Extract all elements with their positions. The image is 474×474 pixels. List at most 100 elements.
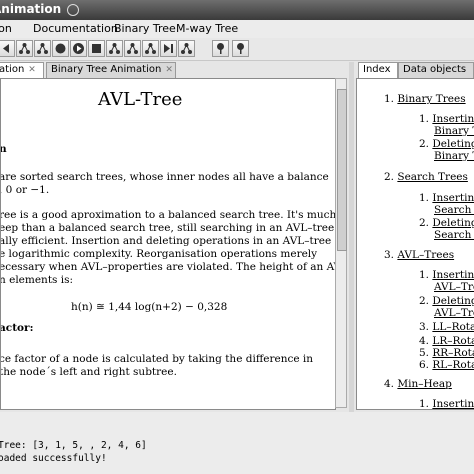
- close-icon[interactable]: ✕: [28, 65, 36, 75]
- tree-icon: [145, 43, 156, 54]
- index-link[interactable]: Binary T: [434, 125, 474, 137]
- menu-bar: ation Documentation Binary Tree M-way Tr…: [0, 20, 474, 38]
- index-num: 2.: [419, 138, 430, 150]
- tab-label: Data objects: [403, 64, 467, 75]
- index-num: 2.: [419, 217, 430, 229]
- tree-button-4[interactable]: [124, 40, 141, 57]
- index-link[interactable]: LR–Rota: [432, 335, 474, 347]
- tree-button-3[interactable]: [106, 40, 123, 57]
- skip-icon: [164, 44, 173, 53]
- menu-m-way-tree[interactable]: M-way Tree: [176, 22, 238, 35]
- tree-icon: [127, 43, 138, 54]
- tab-data-objects[interactable]: Data objects: [398, 62, 474, 78]
- index-num: 1.: [419, 113, 430, 125]
- tab-binary-tree-animation[interactable]: Binary Tree Animation ✕: [46, 62, 176, 78]
- tab-label: ation: [0, 64, 25, 75]
- index-num: 3.: [419, 321, 430, 333]
- index-link[interactable]: Insertin: [432, 113, 474, 125]
- scrollbar[interactable]: [335, 78, 347, 408]
- index-link[interactable]: RL–Rota: [432, 359, 474, 371]
- play-button[interactable]: [70, 40, 87, 57]
- play-icon: [73, 43, 84, 54]
- stop-button[interactable]: [88, 40, 105, 57]
- record-button[interactable]: [52, 40, 69, 57]
- index-link[interactable]: Insertin: [432, 192, 474, 204]
- page-title: AVL-Tree: [98, 89, 183, 110]
- tree-button-1[interactable]: [16, 40, 33, 57]
- index-num: 3.: [384, 249, 395, 261]
- index-link[interactable]: Deleting: [432, 217, 474, 229]
- paragraph-line: n elements is:: [0, 274, 74, 286]
- scrollbar-thumb[interactable]: [337, 89, 347, 251]
- index-link[interactable]: Binary T: [434, 150, 474, 162]
- paragraph-line: eep than a balanced search tree, still s…: [0, 222, 336, 234]
- tree-icon: [19, 43, 30, 54]
- index-link-search-trees[interactable]: Search Trees: [397, 171, 468, 183]
- back-step-button[interactable]: [0, 40, 15, 57]
- skip-button[interactable]: [160, 40, 177, 57]
- pin-icon: [217, 43, 224, 54]
- index-link[interactable]: AVL–Tre: [434, 307, 474, 319]
- pin-icon: [237, 43, 244, 54]
- menu-animation[interactable]: ation: [0, 22, 12, 35]
- back-step-icon: [3, 44, 9, 53]
- status-line: oaded successfully!: [0, 453, 107, 464]
- paragraph-line: ecessary when AVL–properties are violate…: [0, 261, 336, 273]
- tree-button-6[interactable]: [178, 40, 195, 57]
- index-link[interactable]: LL–Rota: [432, 321, 474, 333]
- toolbar: [0, 38, 474, 61]
- paragraph-line: the node´s left and right subtree.: [0, 366, 177, 378]
- index-num: 1.: [384, 93, 395, 105]
- app-icon: [67, 3, 80, 16]
- tree-icon: [37, 43, 48, 54]
- status-line: Tree: [3, 1, 5, , 2, 4, 6]: [0, 440, 147, 451]
- menu-binary-tree[interactable]: Binary Tree: [114, 22, 176, 35]
- documentation-pane[interactable]: AVL-Tree n are sorted search trees, whos…: [0, 78, 336, 410]
- title-bar: Animation: [0, 0, 474, 20]
- record-icon: [55, 43, 66, 54]
- index-link[interactable]: Search T: [434, 229, 474, 241]
- section-heading: actor:: [0, 322, 34, 334]
- tab-animation[interactable]: ation ✕: [0, 62, 44, 78]
- index-link[interactable]: Insertin: [432, 398, 474, 409]
- window-title: Animation: [0, 2, 62, 16]
- index-link[interactable]: Search T: [434, 204, 474, 216]
- index-num: 1.: [419, 192, 430, 204]
- paragraph-line: ally efficient. Insertion and deleting o…: [0, 235, 332, 247]
- index-link[interactable]: Deleting: [432, 138, 474, 150]
- index-num: 6.: [419, 359, 430, 371]
- paragraph-line: , 0 or −1.: [0, 184, 50, 196]
- index-link[interactable]: AVL–Tre: [434, 281, 474, 293]
- status-area: Tree: [3, 1, 5, , 2, 4, 6] oaded success…: [0, 412, 474, 474]
- paragraph-line: ree is a good aproximation to a balanced…: [0, 209, 336, 221]
- paragraph-line: are sorted search trees, whose inner nod…: [0, 171, 329, 183]
- pane-splitter[interactable]: [349, 62, 354, 412]
- index-num: 4.: [384, 378, 395, 390]
- index-link[interactable]: Insertin: [432, 269, 474, 281]
- index-link-binary-trees[interactable]: Binary Trees: [397, 93, 465, 105]
- menu-documentation[interactable]: Documentation: [33, 22, 118, 35]
- tab-index[interactable]: Index: [358, 62, 398, 78]
- index-num: 2.: [419, 295, 430, 307]
- index-num: 1.: [419, 269, 430, 281]
- pin-button-2[interactable]: [232, 40, 249, 57]
- index-link[interactable]: Deleting: [432, 295, 474, 307]
- tab-label: Index: [363, 64, 391, 75]
- index-pane[interactable]: 1. Binary Trees 1. Insertin Binary T 2. …: [356, 78, 474, 410]
- index-num: 5.: [419, 347, 430, 359]
- paragraph-line: e logarithmic complexity. Reorganisation…: [0, 248, 318, 260]
- index-link[interactable]: RR–Rota: [432, 347, 474, 359]
- index-link-avl-trees[interactable]: AVL–Trees: [397, 249, 454, 261]
- tree-icon: [109, 43, 120, 54]
- pin-button-1[interactable]: [212, 40, 229, 57]
- section-heading: n: [1, 143, 7, 156]
- tree-icon: [181, 43, 192, 54]
- index-num: 4.: [419, 335, 430, 347]
- formula: h(n) ≅ 1,44 log(n+2) − 0,328: [71, 301, 228, 313]
- index-link-min-heap[interactable]: Min–Heap: [397, 378, 451, 390]
- close-icon[interactable]: ✕: [165, 65, 173, 75]
- right-tabbar: Index Data objects: [358, 62, 474, 78]
- tree-button-5[interactable]: [142, 40, 159, 57]
- tree-button-2[interactable]: [34, 40, 51, 57]
- index-num: 2.: [384, 171, 395, 183]
